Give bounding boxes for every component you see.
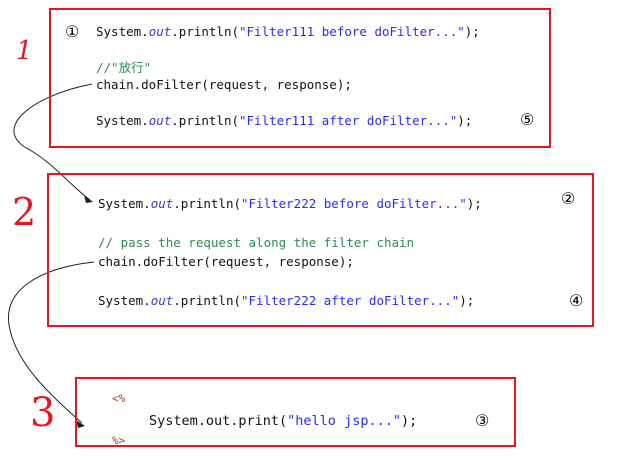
handwritten-label-1: 1 — [16, 36, 33, 66]
filter111-after-line: System.out.println("Filter111 after doFi… — [96, 113, 473, 128]
step-marker-2: ② — [561, 189, 576, 208]
jsp-code-box: <% System.out.print("hello jsp..."); ③ %… — [75, 377, 516, 447]
jsp-print-line: System.out.print("hello jsp..."); — [149, 413, 418, 429]
step-marker-5: ⑤ — [520, 110, 535, 129]
jsp-close-tag: %> — [112, 434, 126, 447]
filter111-comment: //"放行" — [96, 60, 152, 75]
filter-chain-diagram: 1 2 3 ① System.out.println("Filter111 be… — [0, 0, 628, 463]
handwritten-label-2: 2 — [12, 190, 37, 234]
filter111-code-box: ① System.out.println("Filter111 before d… — [49, 8, 551, 148]
jsp-open-tag: <% — [112, 392, 126, 405]
filter222-after-line: System.out.println("Filter222 after doFi… — [98, 293, 475, 308]
filter222-code-box: System.out.println("Filter222 before doF… — [47, 173, 594, 327]
filter222-chain-call: chain.doFilter(request, response); — [98, 254, 354, 269]
filter222-before-line: System.out.println("Filter222 before doF… — [98, 196, 482, 211]
filter222-comment: // pass the request along the filter cha… — [98, 235, 415, 250]
step-marker-4: ④ — [569, 291, 584, 310]
step-marker-1: ① — [65, 22, 80, 41]
filter111-chain-call: chain.doFilter(request, response); — [96, 77, 352, 92]
handwritten-label-3: 3 — [30, 390, 56, 436]
filter111-before-line: System.out.println("Filter111 before doF… — [96, 24, 480, 39]
step-marker-3: ③ — [475, 411, 490, 430]
